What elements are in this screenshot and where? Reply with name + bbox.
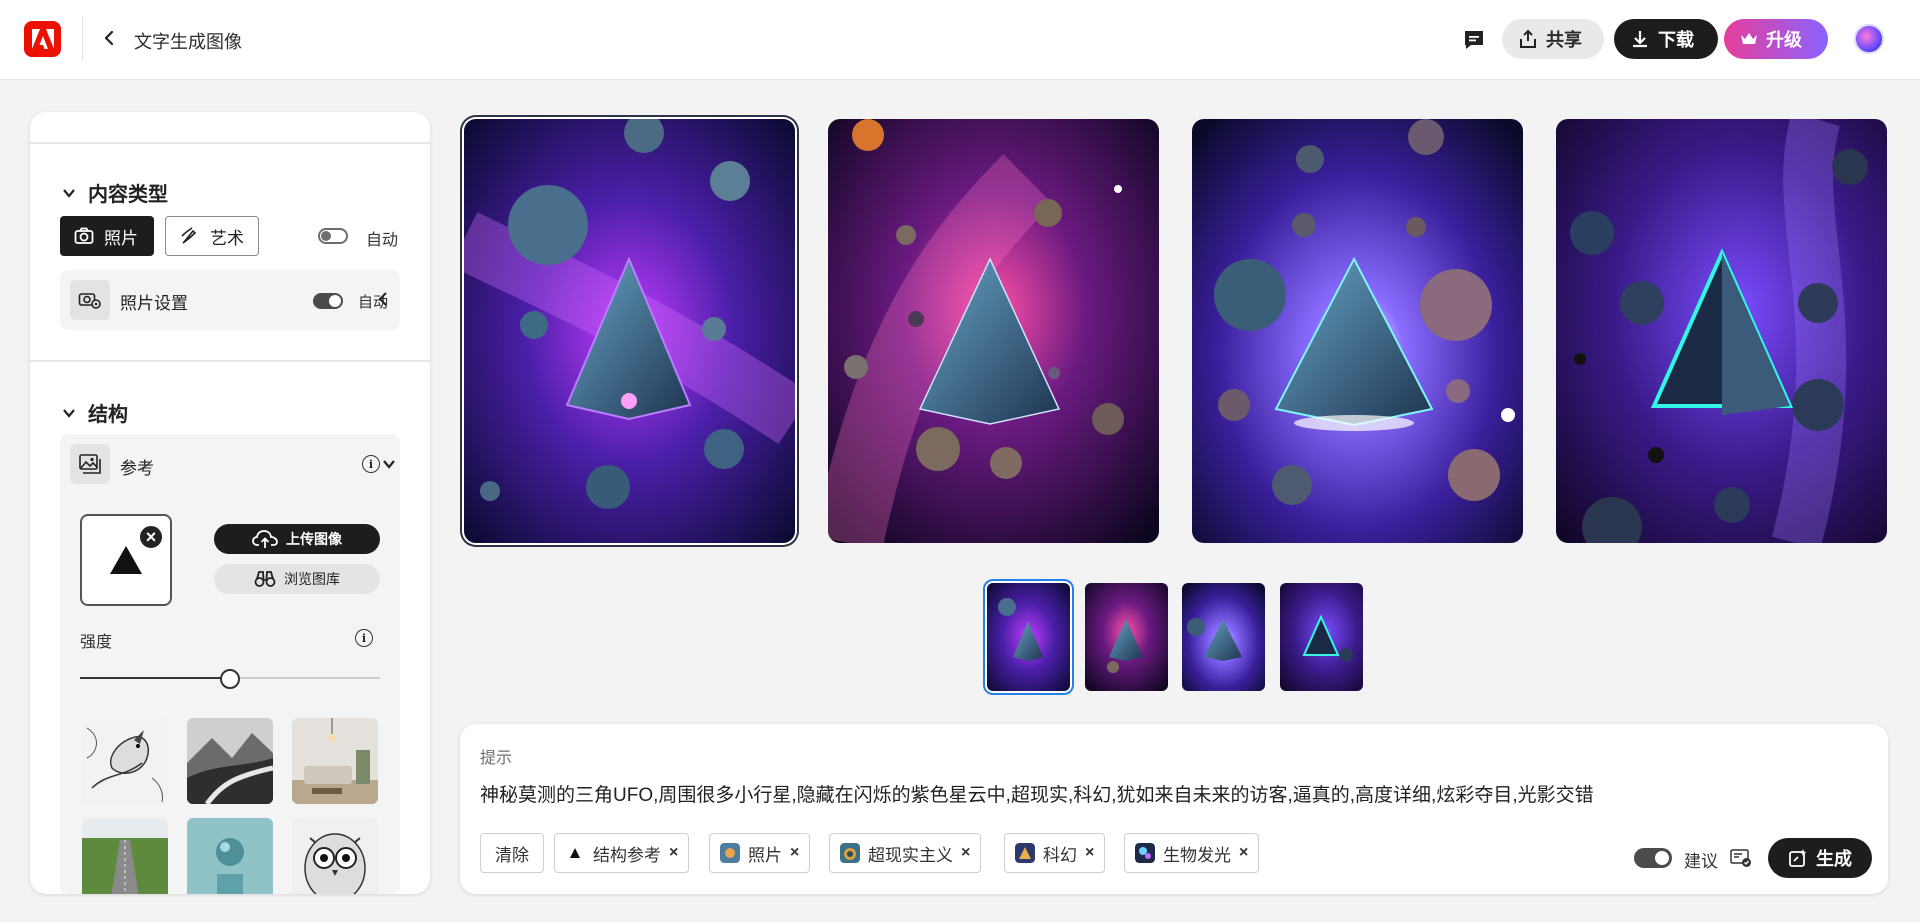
style-tile-road-field[interactable] (82, 818, 168, 894)
remove-chip-icon[interactable]: × (1085, 844, 1094, 862)
browse-gallery-button[interactable]: 浏览图库 (214, 564, 380, 594)
reference-image-icon (70, 444, 110, 484)
suggestion-settings-icon[interactable] (1730, 848, 1752, 868)
photo-settings-card[interactable]: 照片设置 自动 (60, 270, 400, 330)
chip-surrealism[interactable]: 超现实主义 × (829, 833, 982, 873)
prompt-panel: 提示 神秘莫测的三角UFO,周围很多小行星,隐藏在闪烁的紫色星云中,超现实,科幻… (460, 724, 1888, 894)
clear-label: 清除 (495, 845, 529, 865)
content-type-header[interactable]: 内容类型 (62, 178, 168, 207)
thumbnail-4[interactable] (1280, 583, 1363, 691)
reference-label: 参考 (120, 459, 154, 478)
avatar[interactable] (1854, 24, 1884, 54)
panel-divider (30, 360, 430, 362)
thumbnail-2[interactable] (1085, 583, 1168, 691)
generated-image-1[interactable] (464, 119, 795, 543)
app-header: 文字生成图像 共享 下载 升级 (0, 0, 1920, 80)
generated-image-2[interactable] (828, 119, 1159, 543)
style-tile-mountain-river[interactable] (187, 718, 273, 804)
chip-structure-reference[interactable]: 结构参考 × (554, 833, 690, 873)
camera-icon (74, 227, 94, 244)
photo-settings-icon (70, 280, 110, 320)
scifi-style-icon (1015, 843, 1035, 863)
chevron-down-icon (63, 408, 75, 418)
chip-photo[interactable]: 照片 × (709, 833, 811, 873)
suggestions-label: 建议 (1684, 852, 1718, 871)
crown-icon (1741, 33, 1757, 44)
style-tile-sphere-pedestal[interactable] (187, 818, 273, 894)
remove-chip-icon[interactable]: × (1239, 844, 1248, 862)
browse-label: 浏览图库 (284, 571, 340, 587)
header-divider (82, 16, 83, 60)
content-type-art-button[interactable]: 艺术 (165, 216, 259, 256)
art-label: 艺术 (210, 228, 244, 248)
structure-title: 结构 (88, 404, 128, 426)
prompt-input[interactable]: 神秘莫测的三角UFO,周围很多小行星,隐藏在闪烁的紫色星云中,超现实,科幻,犹如… (480, 780, 1594, 807)
generate-icon (1789, 849, 1807, 867)
clear-button[interactable]: 清除 (480, 833, 544, 873)
chevron-down-icon[interactable] (382, 458, 396, 470)
photo-settings-auto-toggle[interactable] (313, 293, 343, 309)
generated-image-4[interactable] (1556, 119, 1887, 543)
comment-icon[interactable] (1462, 28, 1486, 52)
content-type-auto-label: 自动 (366, 232, 399, 249)
chip-bioluminescence[interactable]: 生物发光 × (1124, 833, 1260, 873)
share-icon (1520, 29, 1536, 48)
surrealism-style-icon (840, 843, 860, 863)
binoculars-icon (254, 571, 276, 587)
remove-chip-icon[interactable]: × (669, 844, 678, 862)
download-icon (1633, 31, 1647, 48)
download-label: 下载 (1658, 30, 1694, 50)
remove-chip-icon[interactable]: × (790, 844, 799, 862)
content-type-title: 内容类型 (88, 184, 168, 206)
photo-style-icon (720, 843, 740, 863)
art-brush-icon (181, 227, 197, 244)
share-button[interactable]: 共享 (1502, 19, 1604, 59)
structure-header[interactable]: 结构 (62, 398, 128, 427)
chevron-down-icon (63, 188, 75, 198)
thumbnail-3[interactable] (1182, 583, 1265, 691)
download-button[interactable]: 下载 (1614, 19, 1718, 59)
style-tile-owl-sketch[interactable] (292, 818, 378, 894)
strength-slider-fill (80, 677, 230, 679)
back-chevron-icon[interactable] (98, 27, 120, 49)
panel-divider (30, 142, 430, 144)
chip-scifi[interactable]: 科幻 × (1004, 833, 1106, 873)
photo-settings-label: 照片设置 (120, 294, 188, 313)
style-tile-living-room[interactable] (292, 718, 378, 804)
generate-button[interactable]: 生成 (1768, 838, 1872, 878)
chip-label: 超现实主义 (868, 845, 953, 865)
chip-label: 照片 (748, 845, 782, 865)
generate-label: 生成 (1816, 849, 1852, 869)
upgrade-label: 升级 (1766, 30, 1802, 50)
info-icon[interactable]: i (355, 629, 373, 647)
triangle-icon (570, 848, 580, 858)
generated-image-3[interactable] (1192, 119, 1523, 543)
remove-chip-icon[interactable]: × (961, 844, 970, 862)
thumbnail-1[interactable] (987, 583, 1070, 691)
prompt-label: 提示 (480, 750, 513, 767)
upload-image-button[interactable]: 上传图像 (214, 524, 380, 554)
strength-slider-thumb[interactable] (220, 669, 240, 689)
cloud-upload-icon (252, 530, 278, 548)
share-label: 共享 (1546, 30, 1582, 50)
strength-label: 强度 (80, 634, 113, 651)
content-type-photo-button[interactable]: 照片 (60, 216, 154, 256)
style-tile-bird-sketch[interactable] (82, 718, 168, 804)
settings-panel: 内容类型 照片 艺术 自动 照片设置 自动 结构 参考 i × 上传图像 浏览图… (30, 112, 430, 894)
chip-label: 结构参考 (593, 845, 661, 865)
upload-label: 上传图像 (286, 531, 342, 547)
bioluminescence-style-icon (1135, 843, 1155, 863)
remove-reference-icon[interactable]: × (138, 524, 164, 550)
photo-label: 照片 (104, 228, 138, 248)
chevron-left-icon[interactable] (378, 292, 388, 306)
chip-label: 科幻 (1043, 845, 1077, 865)
info-icon[interactable]: i (362, 455, 380, 473)
adobe-logo-icon[interactable] (24, 21, 61, 57)
chip-label: 生物发光 (1163, 845, 1231, 865)
suggestions-toggle[interactable] (1634, 848, 1672, 868)
content-type-auto-toggle[interactable] (318, 228, 348, 244)
page-title: 文字生成图像 (134, 32, 242, 52)
upgrade-button[interactable]: 升级 (1724, 19, 1828, 59)
